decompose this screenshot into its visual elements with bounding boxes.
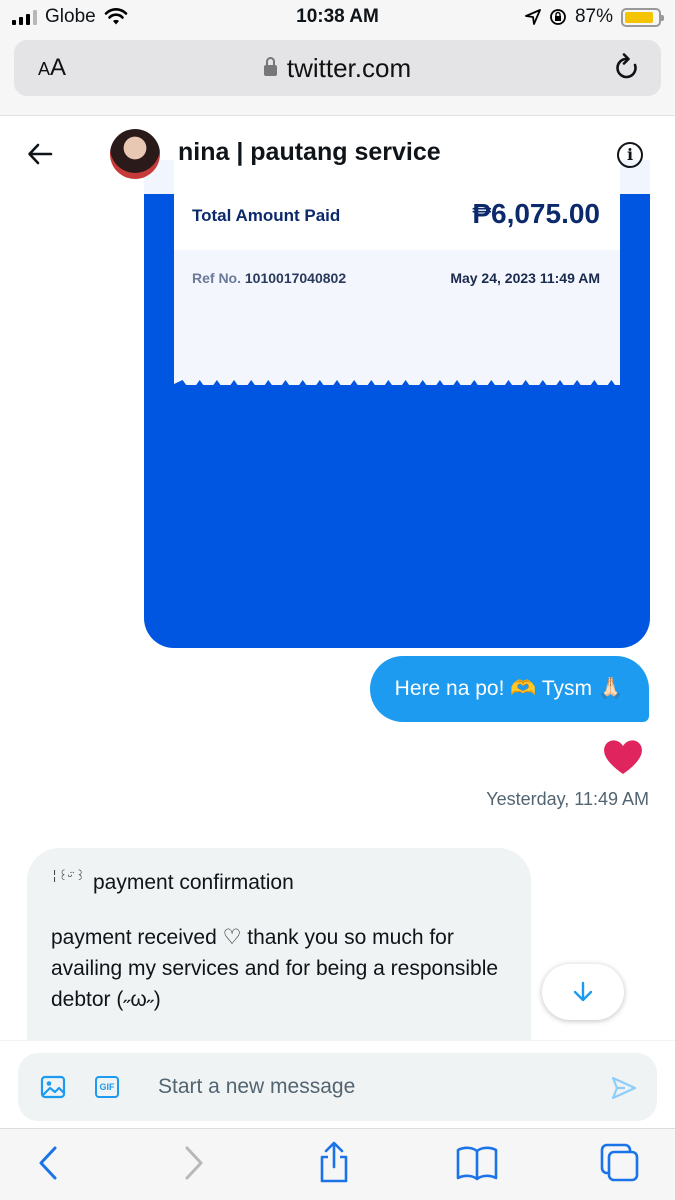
receipt-zigzag-edge [174,380,620,400]
back-chevron-icon[interactable] [36,1145,60,1181]
rotation-lock-icon [550,9,566,25]
scroll-to-bottom-button[interactable] [542,964,624,1020]
share-icon[interactable] [318,1141,350,1183]
total-amount: ₱6,075.00 [472,198,600,229]
arrow-down-icon [573,981,593,1002]
receipt-ref-row: Ref No. 1010017040802 May 24, 2023 11:49… [174,250,620,385]
conversation-title[interactable]: nina | pautang service [178,138,441,167]
composer: GIF [18,1053,657,1121]
total-label: Total Amount Paid [192,206,341,225]
receipt-date: May 24, 2023 11:49 AM [450,270,600,286]
sent-message-bubble[interactable]: Here na po! 🫶 Tysm 🙏🏻 [369,656,649,722]
arrow-left-icon[interactable] [26,140,54,168]
message-input[interactable] [158,1065,578,1109]
reload-icon[interactable] [613,53,641,83]
url-text: twitter.com [286,53,412,83]
forward-chevron-icon[interactable] [182,1145,206,1181]
composer-area: GIF [0,1040,675,1128]
status-right: 87% [525,6,664,28]
browser-address-bar: AA twitter.com [0,36,675,116]
send-icon[interactable] [611,1075,637,1101]
browser-toolbar [0,1128,675,1200]
heart-reaction-icon[interactable] [602,738,644,776]
conversation-header: nina | pautang service i [0,116,675,194]
received-body: payment received ♡ thank you so much for… [51,926,499,1011]
ref-number: Ref No. 1010017040802 [192,270,347,286]
lock-icon [263,57,277,76]
received-message-bubble[interactable]: ╎꒰ᵕ̈ ꒱ payment confirmation payment rece… [27,848,531,1058]
battery-percent: 87% [574,6,613,27]
avatar[interactable] [110,129,160,179]
bookmarks-icon[interactable] [456,1145,498,1181]
battery-level [625,11,653,23]
receipt-image[interactable]: Total Amount Paid ₱6,075.00 Ref No. 1010… [144,160,650,648]
battery-icon [621,7,664,27]
received-title: payment confirmation [93,871,294,894]
decorative-emoticon: ╎꒰ᵕ̈ ꒱ [51,869,85,883]
message-timestamp: Yesterday, 11:49 AM [486,789,649,809]
url-display[interactable]: twitter.com [14,53,661,84]
received-title-line: ╎꒰ᵕ̈ ꒱ payment confirmation [51,868,507,898]
info-icon[interactable]: i [617,142,643,168]
status-bar: Globe 10:38 AM 87% [0,0,675,36]
tabs-icon[interactable] [600,1143,640,1183]
url-field[interactable]: AA twitter.com [14,40,661,96]
image-icon[interactable] [40,1075,66,1099]
gif-icon[interactable]: GIF [95,1076,119,1098]
location-arrow-icon [525,9,541,25]
